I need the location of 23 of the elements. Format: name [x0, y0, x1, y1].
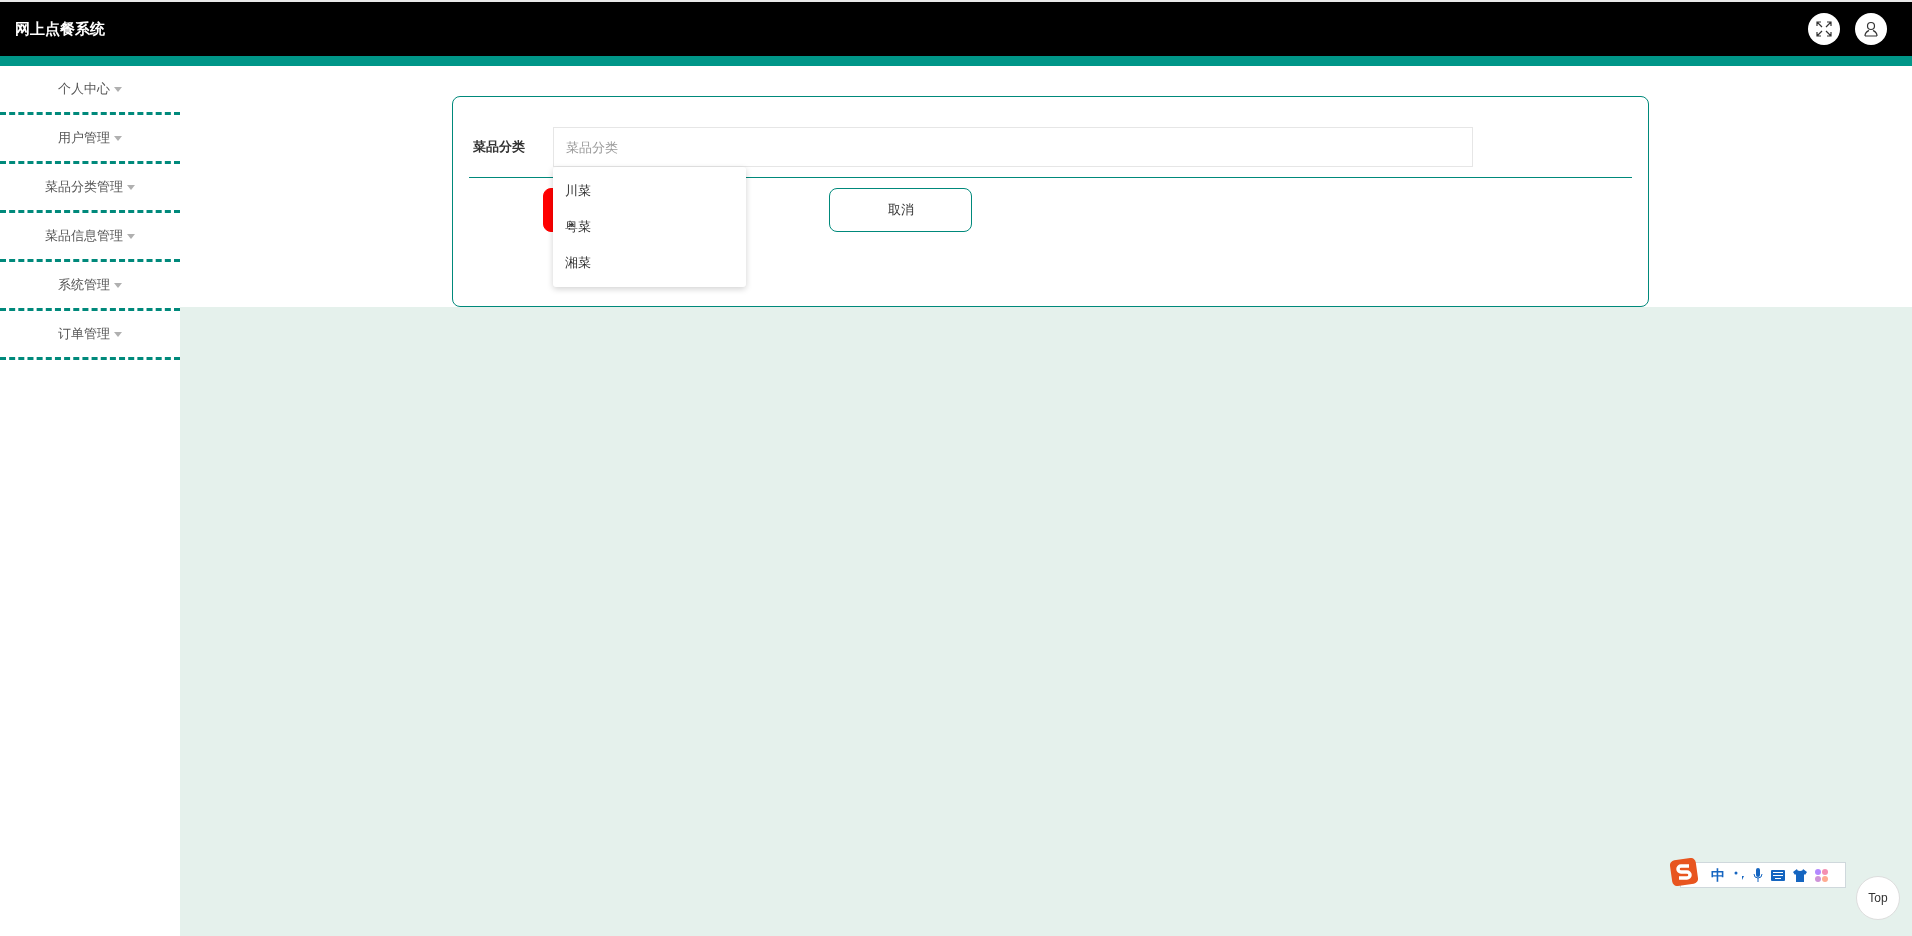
- caret-icon: [127, 184, 135, 190]
- apps-icon: [1815, 868, 1828, 882]
- caret-icon: [114, 86, 122, 92]
- shirt-icon: [1793, 868, 1807, 882]
- cancel-button[interactable]: 取消: [829, 188, 972, 232]
- microphone-icon: [1753, 868, 1763, 882]
- user-button[interactable]: [1855, 13, 1887, 45]
- ime-mode-label: 中: [1711, 865, 1725, 885]
- keyboard-icon: [1771, 869, 1785, 881]
- fullscreen-icon: [1816, 21, 1832, 37]
- caret-icon: [127, 233, 135, 239]
- dropdown-option[interactable]: 粤菜: [553, 209, 746, 245]
- caret-icon: [114, 331, 122, 337]
- dropdown-option[interactable]: 川菜: [553, 173, 746, 209]
- app-title: 网上点餐系统: [15, 18, 105, 39]
- dropdown-option[interactable]: 湘菜: [553, 245, 746, 281]
- caret-icon: [114, 135, 122, 141]
- user-icon: [1863, 21, 1879, 37]
- punctuation-icon: [1733, 869, 1745, 881]
- category-select-field[interactable]: 菜品分类: [553, 127, 1473, 167]
- field-label: 菜品分类: [472, 138, 526, 157]
- caret-icon: [114, 282, 122, 288]
- fullscreen-button[interactable]: [1808, 13, 1840, 45]
